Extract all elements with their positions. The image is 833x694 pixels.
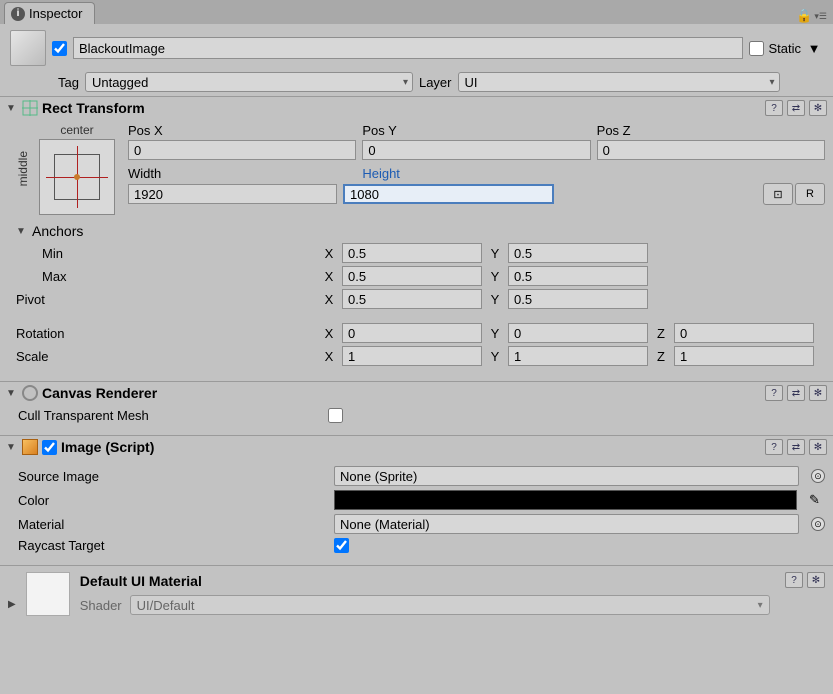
scale-y-input[interactable] xyxy=(508,346,648,366)
tag-label: Tag xyxy=(58,75,79,90)
component-title: Rect Transform xyxy=(42,100,145,116)
anchors-foldout-icon[interactable]: ▼ xyxy=(16,226,28,237)
scale-z-input[interactable] xyxy=(674,346,814,366)
rect-transform-icon xyxy=(22,100,38,116)
width-label: Width xyxy=(128,166,356,181)
foldout-icon[interactable]: ▼ xyxy=(6,103,18,114)
posy-label: Pos Y xyxy=(362,123,590,138)
tab-title: Inspector xyxy=(29,6,82,21)
lock-icon[interactable]: 🔒 xyxy=(796,8,812,24)
anchor-min-y-input[interactable] xyxy=(508,243,648,263)
foldout-icon[interactable]: ▼ xyxy=(6,388,18,399)
material-preview[interactable] xyxy=(26,572,70,616)
layer-label: Layer xyxy=(419,75,452,90)
tab-lock-controls[interactable]: 🔒 ▾☰ xyxy=(796,8,827,24)
object-name-input[interactable] xyxy=(73,37,743,59)
shader-dropdown[interactable]: UI/Default xyxy=(130,595,770,615)
anchor-vert-label: middle xyxy=(16,151,30,186)
anchor-max-x-input[interactable] xyxy=(342,266,482,286)
image-enabled-checkbox[interactable] xyxy=(42,440,57,455)
settings-icon[interactable]: ✻ xyxy=(809,439,827,455)
material-foldout-icon[interactable]: ▶ xyxy=(8,599,16,610)
material-title: Default UI Material xyxy=(80,573,775,589)
rotation-label: Rotation xyxy=(16,326,316,341)
rect-transform-component: ▼ Rect Transform ? ⇄ ✻ middle center xyxy=(0,96,833,377)
tab-bar: i Inspector 🔒 ▾☰ xyxy=(0,0,833,24)
help-icon[interactable]: ? xyxy=(765,100,783,116)
color-field[interactable] xyxy=(334,490,797,510)
layer-dropdown[interactable]: UI xyxy=(458,72,780,92)
anchor-max-label: Max xyxy=(16,269,316,284)
default-material-section: ▶ Default UI Material Shader UI/Default … xyxy=(0,565,833,622)
anchor-horiz-label: center xyxy=(32,123,122,137)
image-icon xyxy=(22,439,38,455)
scale-x-input[interactable] xyxy=(342,346,482,366)
static-dropdown-icon[interactable]: ▼ xyxy=(805,41,823,56)
posy-input[interactable] xyxy=(362,140,590,160)
canvas-renderer-component: ▼ Canvas Renderer ? ⇄ ✻ Cull Transparent… xyxy=(0,381,833,431)
blueprint-mode-button[interactable]: ⊡ xyxy=(763,183,793,205)
inspector-tab[interactable]: i Inspector xyxy=(4,2,95,24)
static-label: Static xyxy=(768,41,801,56)
material-label: Material xyxy=(18,517,328,532)
material-field[interactable]: None (Material) xyxy=(334,514,799,534)
help-icon[interactable]: ? xyxy=(765,439,783,455)
component-title: Canvas Renderer xyxy=(42,385,157,401)
static-checkbox[interactable] xyxy=(749,41,764,56)
height-input[interactable] xyxy=(343,184,554,204)
posx-label: Pos X xyxy=(128,123,356,138)
info-icon: i xyxy=(11,7,25,21)
scale-label: Scale xyxy=(16,349,316,364)
posz-label: Pos Z xyxy=(597,123,825,138)
pivot-x-input[interactable] xyxy=(342,289,482,309)
color-label: Color xyxy=(18,493,328,508)
anchor-min-x-input[interactable] xyxy=(342,243,482,263)
help-icon[interactable]: ? xyxy=(785,572,803,588)
shader-label: Shader xyxy=(80,598,122,613)
settings-icon[interactable]: ✻ xyxy=(807,572,825,588)
posz-input[interactable] xyxy=(597,140,825,160)
preset-icon[interactable]: ⇄ xyxy=(787,100,805,116)
cull-transparent-checkbox[interactable] xyxy=(328,408,343,423)
canvas-renderer-icon xyxy=(22,385,38,401)
height-label: Height xyxy=(362,166,590,181)
rotation-z-input[interactable] xyxy=(674,323,814,343)
preset-icon[interactable]: ⇄ xyxy=(787,385,805,401)
width-input[interactable] xyxy=(128,184,337,204)
settings-icon[interactable]: ✻ xyxy=(809,385,827,401)
object-picker-icon[interactable]: ⊙ xyxy=(811,469,825,483)
cull-transparent-label: Cull Transparent Mesh xyxy=(18,408,328,423)
foldout-icon[interactable]: ▼ xyxy=(6,442,18,453)
posx-input[interactable] xyxy=(128,140,356,160)
preset-icon[interactable]: ⇄ xyxy=(787,439,805,455)
rotation-x-input[interactable] xyxy=(342,323,482,343)
component-title: Image (Script) xyxy=(61,439,154,455)
tag-dropdown[interactable]: Untagged xyxy=(85,72,413,92)
help-icon[interactable]: ? xyxy=(765,385,783,401)
gameobject-icon[interactable] xyxy=(10,30,46,66)
object-picker-icon[interactable]: ⊙ xyxy=(811,517,825,531)
source-image-label: Source Image xyxy=(18,469,328,484)
anchor-presets-button[interactable] xyxy=(39,139,115,215)
pivot-y-input[interactable] xyxy=(508,289,648,309)
eyedropper-icon[interactable]: ✎ xyxy=(809,492,825,508)
tab-menu-icon[interactable]: ▾☰ xyxy=(814,11,827,22)
raw-edit-button[interactable]: R xyxy=(795,183,825,205)
active-checkbox[interactable] xyxy=(52,41,67,56)
pivot-label: Pivot xyxy=(16,292,316,307)
anchors-label: Anchors xyxy=(32,223,83,239)
anchor-min-label: Min xyxy=(16,246,316,261)
anchor-max-y-input[interactable] xyxy=(508,266,648,286)
object-header: Static ▼ Tag Untagged Layer UI xyxy=(0,24,833,92)
rotation-y-input[interactable] xyxy=(508,323,648,343)
image-component: ▼ Image (Script) ? ⇄ ✻ Source Image None… xyxy=(0,435,833,565)
raycast-checkbox[interactable] xyxy=(334,538,349,553)
raycast-label: Raycast Target xyxy=(18,538,328,553)
source-image-field[interactable]: None (Sprite) xyxy=(334,466,799,486)
settings-icon[interactable]: ✻ xyxy=(809,100,827,116)
